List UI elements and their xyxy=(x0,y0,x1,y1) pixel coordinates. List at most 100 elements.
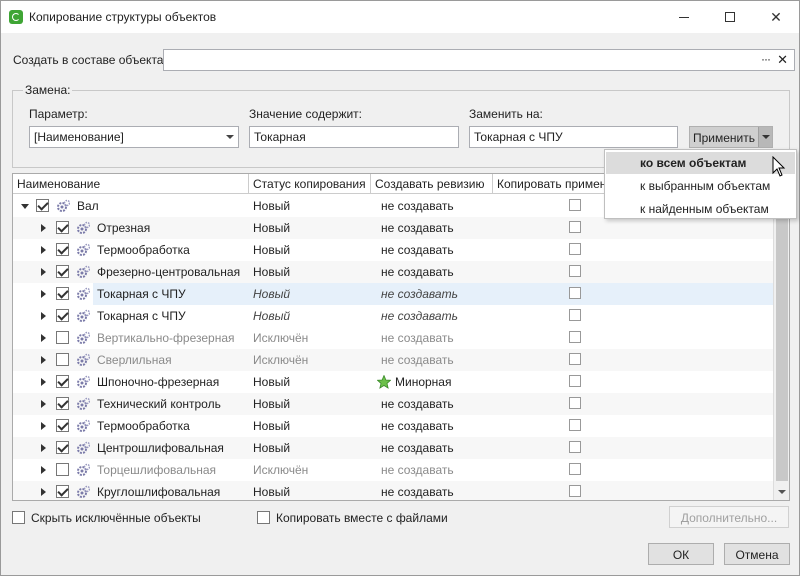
replace-with-input[interactable]: Токарная с ЧПУ xyxy=(469,126,678,148)
create-in-object-field[interactable]: ··· ✕ xyxy=(163,49,795,71)
apply-menu-item[interactable]: к найденным объектам xyxy=(606,198,795,220)
parameter-value: [Наименование] xyxy=(34,130,124,144)
row-checkbox[interactable] xyxy=(56,265,69,278)
row-revision[interactable]: не создавать xyxy=(371,349,493,371)
copy-usage-checkbox[interactable] xyxy=(569,419,581,431)
minimize-button[interactable] xyxy=(661,1,707,33)
row-checkbox[interactable] xyxy=(56,353,69,366)
parameter-select[interactable]: [Наименование] xyxy=(29,126,239,148)
expand-icon[interactable] xyxy=(41,466,46,474)
expand-icon[interactable] xyxy=(41,400,46,408)
ok-button[interactable]: ОК xyxy=(648,543,714,565)
expand-icon[interactable] xyxy=(41,378,46,386)
expand-icon[interactable] xyxy=(41,268,46,276)
expand-icon[interactable] xyxy=(41,290,46,298)
row-checkbox[interactable] xyxy=(56,221,69,234)
table-row[interactable]: Термообработка Новый не создавать xyxy=(13,415,773,437)
table-row[interactable]: Сверлильная Исключён не создавать xyxy=(13,349,773,371)
copy-usage-checkbox[interactable] xyxy=(569,243,581,255)
row-checkbox[interactable] xyxy=(56,331,69,344)
replace-legend: Замена: xyxy=(23,83,73,97)
column-header-revision[interactable]: Создавать ревизию xyxy=(371,174,493,194)
copy-with-files-box[interactable] xyxy=(257,511,270,524)
column-header-name[interactable]: Наименование xyxy=(13,174,249,194)
table-row[interactable]: Токарная с ЧПУ Новый не создавать xyxy=(13,305,773,327)
copy-usage-checkbox[interactable] xyxy=(569,199,581,211)
table-row[interactable]: Технический контроль Новый не создавать xyxy=(13,393,773,415)
cancel-button[interactable]: Отмена xyxy=(724,543,790,565)
expand-icon[interactable] xyxy=(41,422,46,430)
copy-usage-checkbox[interactable] xyxy=(569,463,581,475)
maximize-button[interactable] xyxy=(707,1,753,33)
table-row[interactable]: Вертикально-фрезерная Исключён не создават… xyxy=(13,327,773,349)
expand-icon[interactable] xyxy=(41,488,46,496)
advanced-button[interactable]: Дополнительно... xyxy=(669,506,789,528)
table-row[interactable]: Центрошлифовальная Новый не создавать xyxy=(13,437,773,459)
row-name: Вертикально-фрезерная xyxy=(97,331,235,345)
copy-usage-checkbox[interactable] xyxy=(569,287,581,299)
row-revision[interactable]: не создавать xyxy=(371,437,493,459)
row-checkbox[interactable] xyxy=(56,419,69,432)
apply-menu-item[interactable]: к выбранным объектам xyxy=(606,175,795,197)
copy-usage-checkbox[interactable] xyxy=(569,397,581,409)
expand-icon[interactable] xyxy=(41,356,46,364)
window-title: Копирование структуры объектов xyxy=(29,10,217,24)
expand-icon[interactable] xyxy=(41,312,46,320)
table-row[interactable]: Термообработка Новый не создавать xyxy=(13,239,773,261)
expand-icon[interactable] xyxy=(41,224,46,232)
browse-dots-icon[interactable]: ··· xyxy=(761,52,771,66)
copy-usage-checkbox[interactable] xyxy=(569,375,581,387)
expand-icon[interactable] xyxy=(41,444,46,452)
row-checkbox[interactable] xyxy=(56,397,69,410)
copy-usage-checkbox[interactable] xyxy=(569,265,581,277)
row-revision[interactable]: не создавать xyxy=(371,327,493,349)
apply-button[interactable]: Применить xyxy=(689,126,773,148)
row-checkbox[interactable] xyxy=(56,375,69,388)
row-revision[interactable]: не создавать xyxy=(371,217,493,239)
apply-menu-item[interactable]: ко всем объектам xyxy=(606,152,795,174)
row-revision[interactable]: не создавать xyxy=(371,261,493,283)
row-checkbox[interactable] xyxy=(56,309,69,322)
apply-dropdown-arrow-icon[interactable] xyxy=(758,127,772,147)
row-revision[interactable]: не создавать xyxy=(371,239,493,261)
row-checkbox[interactable] xyxy=(36,199,49,212)
row-checkbox[interactable] xyxy=(56,463,69,476)
row-checkbox[interactable] xyxy=(56,243,69,256)
copy-usage-checkbox[interactable] xyxy=(569,441,581,453)
scroll-thumb[interactable] xyxy=(776,213,788,481)
copy-usage-checkbox[interactable] xyxy=(569,485,581,497)
vertical-scrollbar[interactable] xyxy=(773,195,789,500)
row-revision[interactable]: не создавать xyxy=(371,195,493,217)
row-revision[interactable]: не создавать xyxy=(371,305,493,327)
table-row[interactable]: Токарная с ЧПУ Новый не создавать xyxy=(13,283,773,305)
hide-excluded-box[interactable] xyxy=(12,511,25,524)
row-status: Исключён xyxy=(253,353,309,367)
collapse-icon[interactable] xyxy=(21,204,29,209)
table-row[interactable]: Отрезная Новый не создавать xyxy=(13,217,773,239)
row-revision[interactable]: не создавать xyxy=(371,393,493,415)
row-revision[interactable]: не создавать xyxy=(371,283,493,305)
row-name: Торцешлифовальная xyxy=(97,463,216,477)
contains-input[interactable]: Токарная xyxy=(249,126,459,148)
expand-icon[interactable] xyxy=(41,246,46,254)
column-header-status[interactable]: Статус копирования xyxy=(249,174,371,194)
row-checkbox[interactable] xyxy=(56,441,69,454)
copy-usage-checkbox[interactable] xyxy=(569,331,581,343)
table-row[interactable]: Фрезерно-центровальная Новый не создавать xyxy=(13,261,773,283)
table-row[interactable]: Торцешлифовальная Исключён не создавать xyxy=(13,459,773,481)
row-checkbox[interactable] xyxy=(56,287,69,300)
close-button[interactable]: ✕ xyxy=(753,1,799,33)
copy-usage-checkbox[interactable] xyxy=(569,221,581,233)
row-revision[interactable]: не создавать xyxy=(371,459,493,481)
row-revision[interactable]: не создавать xyxy=(371,415,493,437)
expand-icon[interactable] xyxy=(41,334,46,342)
row-revision[interactable]: Минорная xyxy=(371,371,493,393)
copy-usage-checkbox[interactable] xyxy=(569,353,581,365)
table-row[interactable]: Шпоночно-фрезерная Новый Минорная xyxy=(13,371,773,393)
clear-icon[interactable]: ✕ xyxy=(777,52,788,68)
scroll-down-icon[interactable] xyxy=(774,484,789,500)
copy-usage-checkbox[interactable] xyxy=(569,309,581,321)
row-checkbox[interactable] xyxy=(56,485,69,498)
row-revision[interactable]: не создавать xyxy=(371,481,493,500)
table-row[interactable]: Круглошлифовальная Новый не создавать xyxy=(13,481,773,500)
